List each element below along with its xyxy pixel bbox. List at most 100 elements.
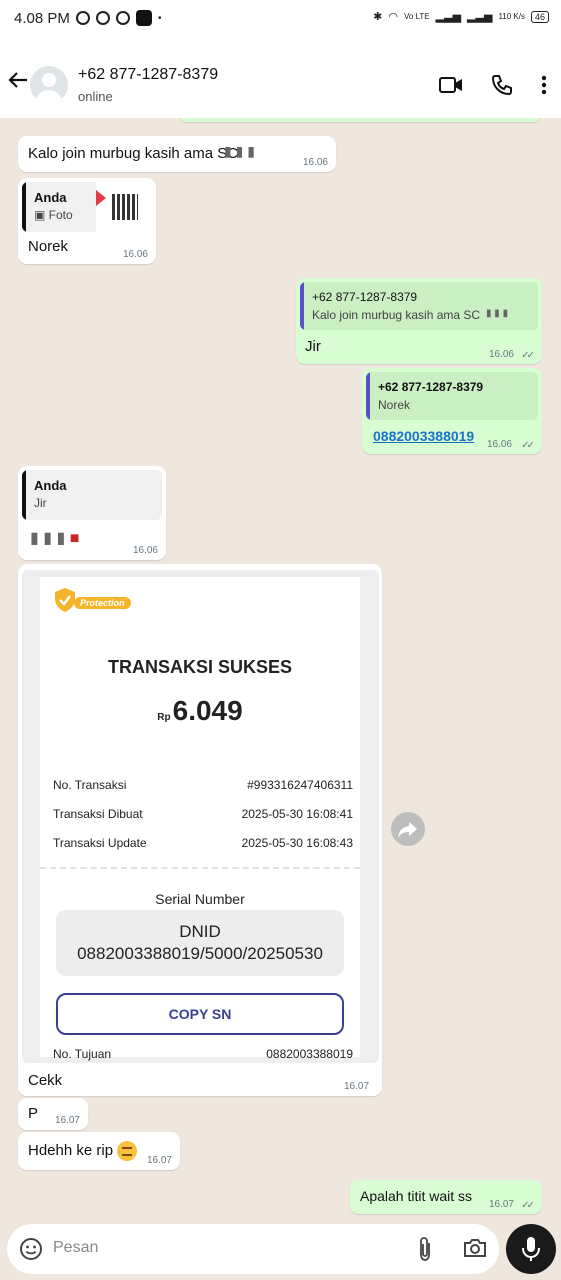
row-value: 2025-05-30 16:08:41 <box>241 807 353 821</box>
message-text: P <box>28 1105 39 1122</box>
header-actions <box>439 74 547 101</box>
battery-icon: 46 <box>530 10 549 23</box>
message-text: Kalo join murbug kasih ama SC <box>28 145 239 162</box>
contact-status: online <box>78 89 113 104</box>
signal-icon: ▂▃▅ <box>435 11 462 23</box>
message-time: 16.06 <box>122 249 148 260</box>
video-call-icon[interactable] <box>439 76 463 99</box>
whatsapp-icon <box>76 11 90 25</box>
contact-name[interactable]: +62 877-1287-8379 <box>78 66 218 84</box>
status-bar: 4.08 PM • ✱ ◠ Vo LTE ▂▃▅ ▂▃▅ 110 K/s 46 <box>0 0 561 38</box>
previous-message-edge <box>180 118 540 122</box>
avatar[interactable] <box>30 66 68 104</box>
flushed-face-icon <box>117 1141 138 1161</box>
read-ticks-icon: ✓✓ <box>521 350 535 361</box>
message-time: 16.06 <box>488 349 514 360</box>
quote-sender: +62 877-1287-8379 <box>312 290 418 304</box>
row-value: 0882003388019 <box>266 1047 353 1061</box>
camera-icon[interactable] <box>463 1237 487 1264</box>
network-label: Vo LTE <box>404 12 430 21</box>
back-arrow-icon[interactable] <box>8 70 28 90</box>
quote-photo-label: Foto <box>48 208 73 222</box>
voice-call-icon[interactable] <box>491 74 513 101</box>
quoted-message[interactable]: +62 877-1287-8379 Kalo join murbug kasih… <box>300 282 538 330</box>
attach-icon[interactable] <box>417 1236 433 1267</box>
red-arrow-icon <box>96 190 106 206</box>
quoted-message[interactable]: Anda ▣ Foto <box>22 182 152 232</box>
quote-sender: +62 877-1287-8379 <box>378 380 484 394</box>
serial-number-title: Serial Number <box>155 891 245 907</box>
receipt-divider <box>40 867 360 869</box>
sticker-emoji-icons: ▮ ▮ ▮ ■ <box>30 530 80 547</box>
sticker-emoji-icons: ▮ ▮ ▮ <box>486 308 509 319</box>
row-label: No. Transaksi <box>53 778 127 792</box>
mic-icon <box>522 1237 540 1261</box>
speed-label: 110 K/s <box>498 12 525 21</box>
signal-icon-2: ▂▃▅ <box>467 11 493 23</box>
quote-bar <box>300 282 304 330</box>
sticker-icon[interactable] <box>19 1237 43 1266</box>
quote-sender: Anda <box>34 190 67 205</box>
message-text-content: Hdehh ke rip <box>28 1141 114 1159</box>
quote-bar <box>366 372 370 420</box>
message-input-placeholder[interactable]: Pesan <box>53 1239 98 1257</box>
quote-text: Jir <box>34 496 47 510</box>
row-label: No. Tujuan <box>53 1047 112 1061</box>
qr-thumbnail <box>96 182 152 232</box>
quote-text: ▣ Foto <box>34 208 73 222</box>
protection-badge: Protection <box>74 597 131 609</box>
quoted-message[interactable]: +62 877-1287-8379 Norek <box>366 372 538 420</box>
row-value: #993316247406311 <box>247 778 353 792</box>
message-input-bar: Pesan <box>0 1220 561 1280</box>
quote-text: Kalo join murbug kasih ama SC <box>312 308 481 322</box>
message-text: Apalah titit wait ss <box>360 1188 473 1204</box>
voice-record-button[interactable] <box>506 1224 556 1274</box>
forward-icon <box>398 822 417 838</box>
more-dot-icon: • <box>158 12 162 24</box>
row-label: Transaksi Update <box>53 836 147 850</box>
chat-area[interactable]: Kalo join murbug kasih ama SC ▮ ▮ ▮ 16.0… <box>0 118 561 1220</box>
message-out-2[interactable]: +62 877-1287-8379 Norek 0882003388019 16… <box>362 368 542 454</box>
message-in-1[interactable]: Kalo join murbug kasih ama SC ▮ ▮ ▮ 16.0… <box>18 136 336 172</box>
quoted-message[interactable]: Anda Jir <box>22 470 162 520</box>
message-text: Hdehh ke rip <box>28 1141 138 1161</box>
account-number-link[interactable]: 0882003388019 <box>373 428 474 444</box>
wifi-icon: ◠ <box>388 11 398 23</box>
message-time: 16.07 <box>146 1155 172 1166</box>
read-ticks-icon: ✓✓ <box>521 440 535 451</box>
message-time: 16.07 <box>344 1081 370 1092</box>
message-time: 16.06 <box>302 157 328 168</box>
serial-line-2: 0882003388019/5000/20250530 <box>77 944 323 963</box>
quote-bar <box>22 182 26 232</box>
quote-bar <box>22 470 26 520</box>
message-time: 16.07 <box>54 1115 80 1126</box>
receipt-amount: Rp6.049 <box>40 695 360 727</box>
message-in-2[interactable]: Anda ▣ Foto Norek 16.06 <box>18 178 156 264</box>
serial-line-1: DNID <box>179 922 221 941</box>
image-caption: Cekk <box>28 1072 63 1089</box>
message-text: Norek <box>28 238 69 255</box>
message-time: 16.06 <box>486 439 512 450</box>
message-input-box[interactable]: Pesan <box>7 1224 499 1274</box>
chat-header: +62 877-1287-8379 online <box>0 38 561 118</box>
message-in-5[interactable]: Hdehh ke rip 16.07 <box>18 1132 180 1170</box>
chat-icon <box>96 11 110 25</box>
receipt-title: TRANSAKSI SUKSES <box>107 657 293 677</box>
message-out-3[interactable]: Apalah titit wait ss 16.07 ✓✓ <box>350 1180 542 1214</box>
receipt-image[interactable]: Protection TRANSAKSI SUKSES Rp6.049 No. … <box>22 570 379 1063</box>
status-time: 4.08 PM <box>14 10 70 27</box>
message-in-3[interactable]: Anda Jir ▮ ▮ ▮ ■ 16.06 <box>18 466 166 560</box>
quote-sender: Anda <box>34 478 67 493</box>
more-options-icon[interactable] <box>541 75 547 100</box>
forward-button[interactable] <box>391 812 425 846</box>
copy-sn-button[interactable]: COPY SN <box>56 993 344 1035</box>
row-value: 2025-05-30 16:08:43 <box>241 836 353 850</box>
status-right: ✱ ◠ Vo LTE ▂▃▅ ▂▃▅ 110 K/s 46 <box>373 10 549 23</box>
bluetooth-icon: ✱ <box>373 11 383 23</box>
message-in-4[interactable]: P 16.07 <box>18 1098 88 1130</box>
sticker-emoji-icons: ▮ ▮ ▮ <box>224 143 255 159</box>
quote-text: Norek <box>378 398 411 412</box>
message-out-1[interactable]: +62 877-1287-8379 Kalo join murbug kasih… <box>296 278 542 364</box>
message-time: 16.07 <box>488 1199 514 1210</box>
message-text: Jir <box>305 338 321 355</box>
